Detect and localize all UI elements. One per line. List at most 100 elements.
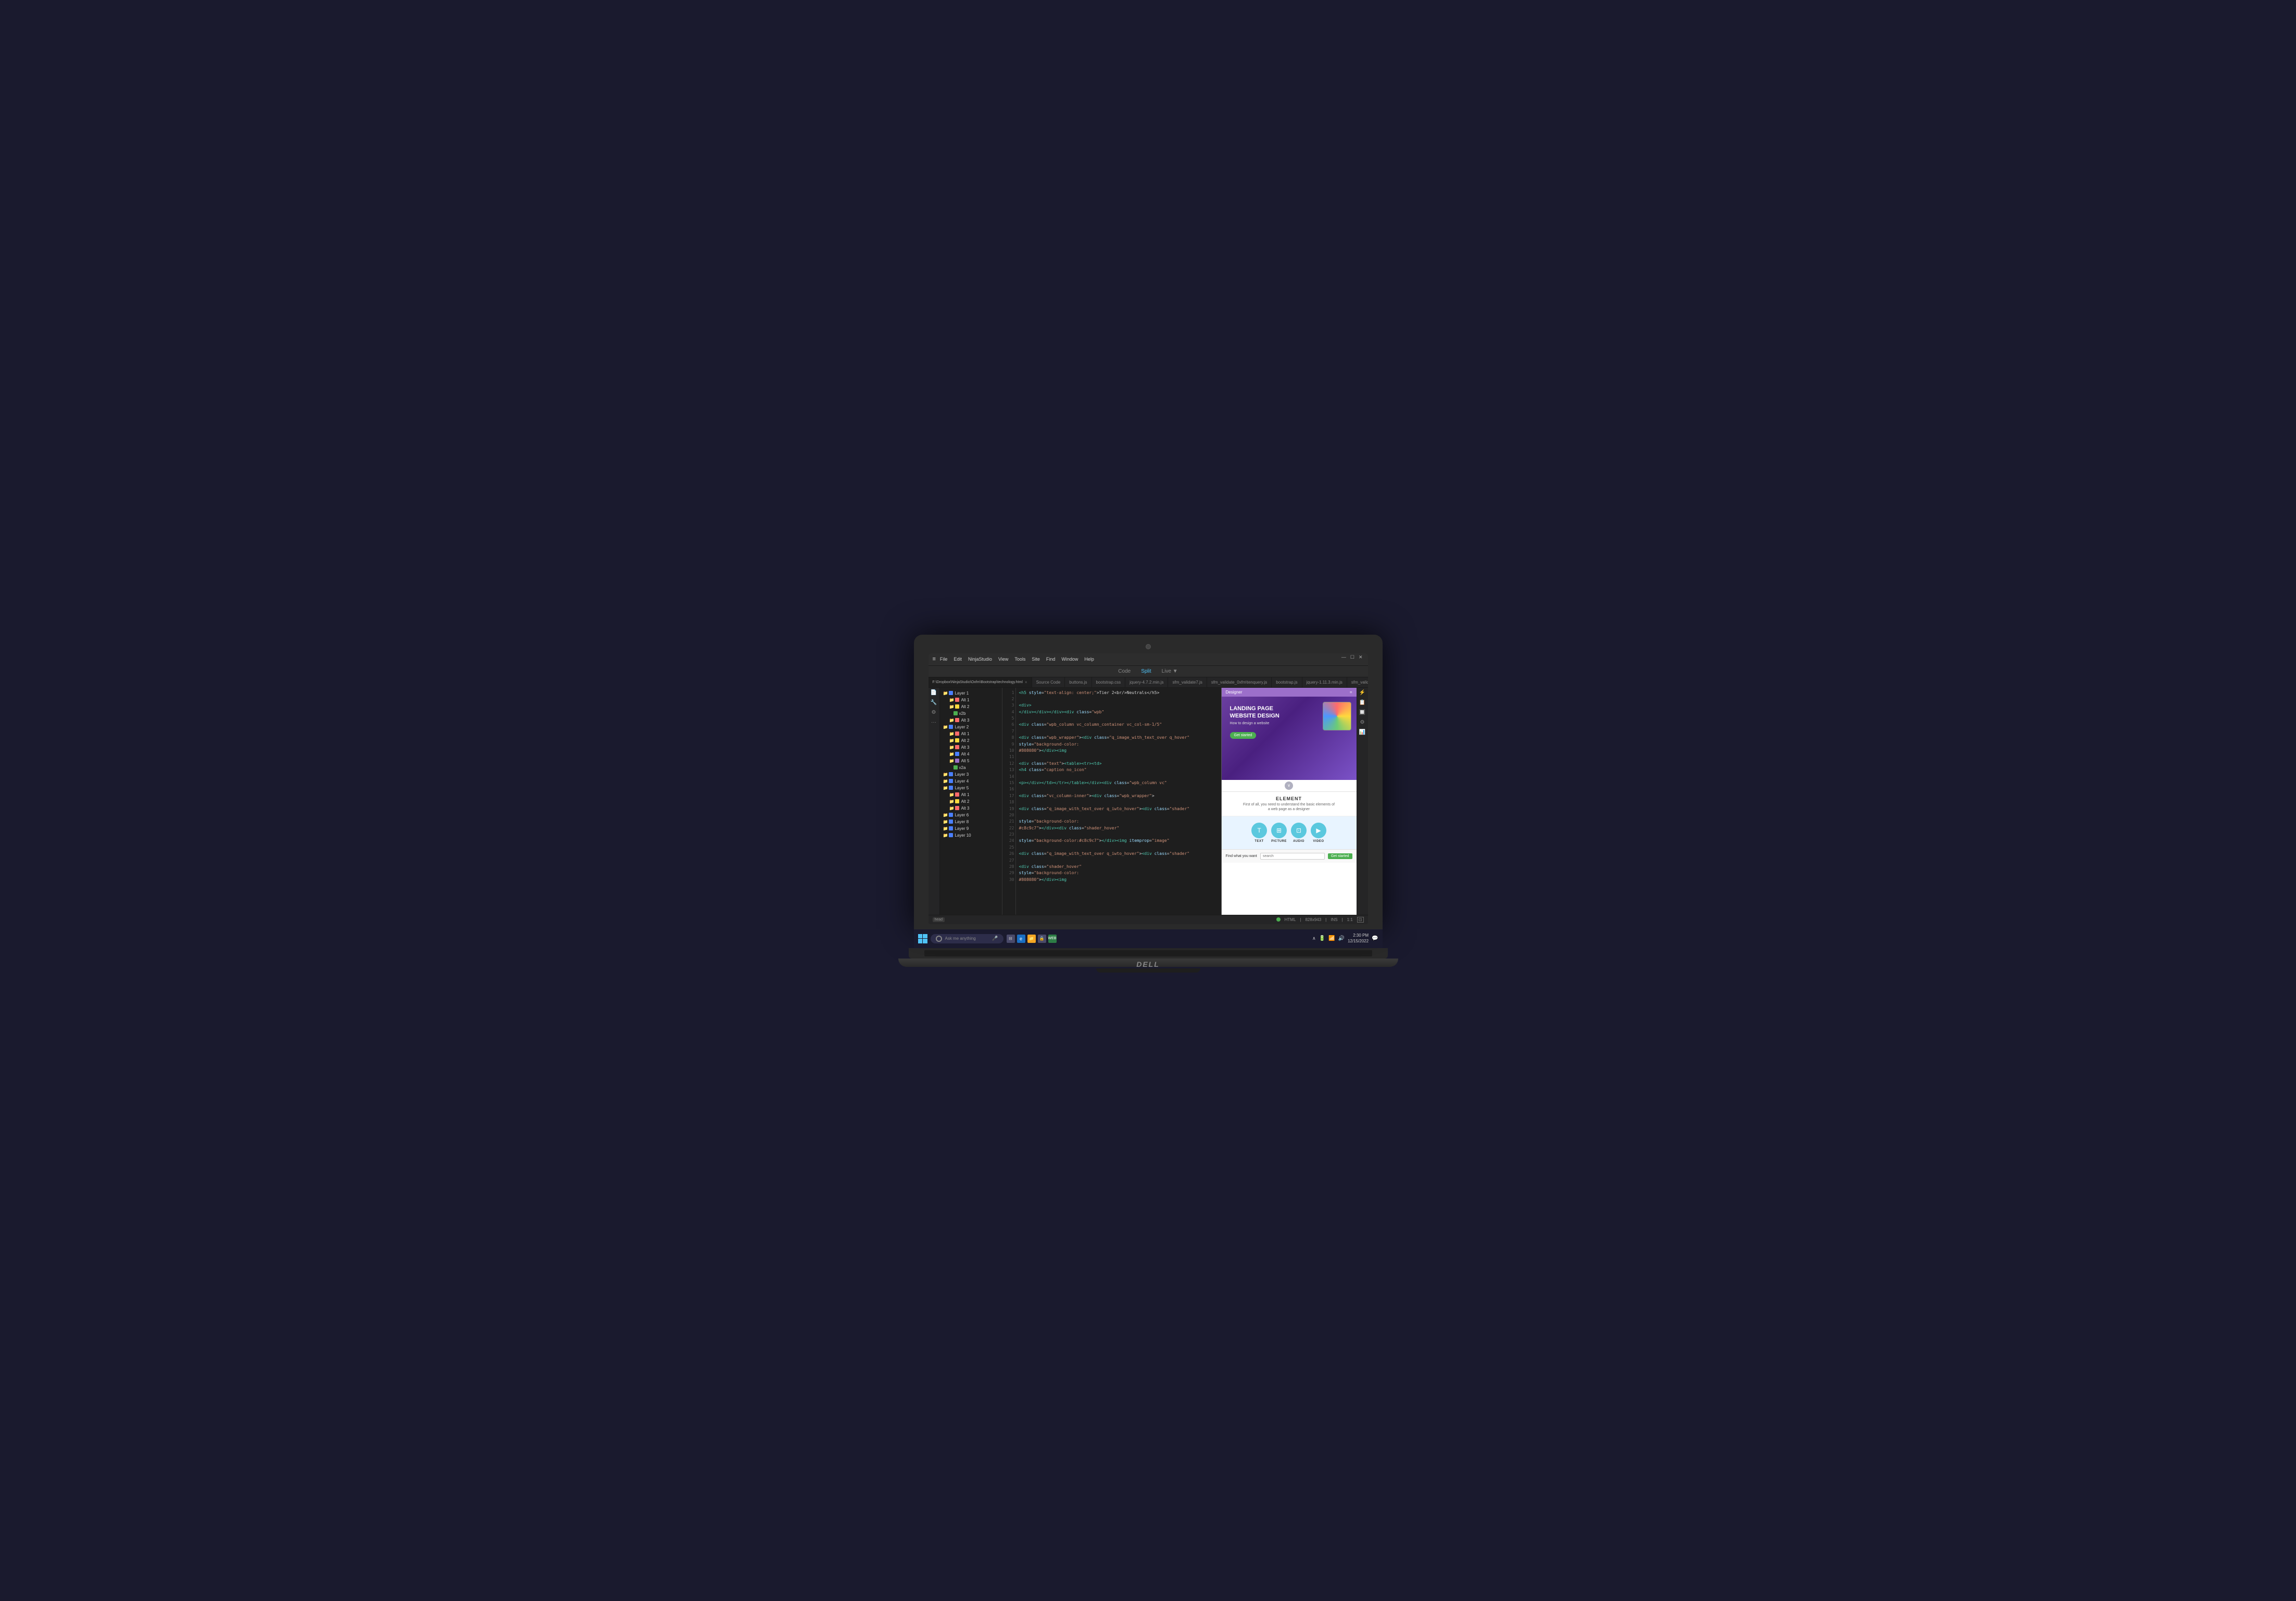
date: 12/15/2022	[1348, 939, 1369, 944]
menu-window[interactable]: Window	[1061, 657, 1078, 662]
file-tab-sfm2[interactable]: sfm_validate_0xfm\tenquery.js	[1207, 677, 1272, 687]
maximize-button[interactable]: ☐	[1350, 654, 1354, 660]
element-section: ELEMENT First of all, you need to unders…	[1222, 792, 1357, 915]
view-icon[interactable]: ⊡	[1357, 917, 1364, 923]
list-item[interactable]: 📁 Layer 9	[940, 825, 1002, 832]
taskbar: Ask me anything 🎤 ⊟ e 📁 🔒 WEB ∧ 🔋 📶 🔊 2:…	[914, 929, 1383, 948]
list-item[interactable]: 📁 Alt 3	[946, 744, 1002, 751]
list-item[interactable]: 📁 Alt 1	[946, 730, 1002, 737]
list-item[interactable]: 📁 Layer 8	[940, 818, 1002, 825]
folder-icon: 📁	[949, 732, 955, 736]
file-tab-jquery1[interactable]: jquery-4.7.2.min.js	[1125, 677, 1168, 687]
folder-icon: 📁	[949, 698, 955, 702]
title-bar: ≡ File Edit NinjaStudio View Tools Site …	[929, 653, 1368, 666]
menu-find[interactable]: Find	[1046, 657, 1056, 662]
separator: |	[1300, 917, 1301, 922]
list-item[interactable]: v2b	[950, 710, 1002, 717]
tab-live[interactable]: Live ▼	[1162, 669, 1178, 674]
tool-icon-2[interactable]: 🔧	[931, 700, 937, 705]
footer-cta-button[interactable]: Get started	[1328, 853, 1352, 859]
right-icon-4[interactable]: ⚙	[1360, 720, 1365, 725]
camera	[1146, 644, 1151, 649]
list-item[interactable]: 📁 Alt 2	[946, 703, 1002, 710]
tab-split[interactable]: Split	[1141, 669, 1151, 674]
hamburger-icon[interactable]: ≡	[933, 656, 936, 662]
tab-code[interactable]: Code	[1118, 669, 1131, 674]
list-item[interactable]: 📁 Alt 5	[946, 758, 1002, 764]
position-indicator: 828x943	[1305, 917, 1321, 922]
list-item[interactable]: 📁 Layer 2	[940, 724, 1002, 730]
close-tab-icon[interactable]: ×	[1025, 680, 1027, 685]
right-icon-2[interactable]: 📋	[1359, 700, 1365, 705]
element-text-icon-box: T TEXT	[1251, 823, 1267, 843]
taskbar-search[interactable]: Ask me anything 🎤	[931, 934, 1003, 943]
folder-icon: 📁	[949, 745, 955, 750]
list-item[interactable]: 📁 Layer 6	[940, 812, 1002, 818]
list-item[interactable]: 📁 Alt 2	[946, 798, 1002, 805]
menu-ninjastudio[interactable]: NinjaStudio	[968, 657, 992, 662]
right-icon-3[interactable]: 🔲	[1359, 710, 1365, 715]
picture-label: PICTURE	[1271, 840, 1287, 843]
right-icon-5[interactable]: 📊	[1359, 729, 1365, 735]
element-title: ELEMENT	[1226, 796, 1352, 801]
security-icon[interactable]: 🔒	[1038, 935, 1046, 943]
file-tab-bootstrap-js[interactable]: bootstrap.js	[1272, 677, 1302, 687]
file-tab-bootstrap-css[interactable]: bootstrap.css	[1092, 677, 1126, 687]
search-input[interactable]	[1260, 853, 1325, 860]
list-item[interactable]: 📁 Alt 1	[946, 791, 1002, 798]
video-label: VIDEO	[1313, 840, 1324, 843]
chevron-up-icon[interactable]: ∧	[1312, 936, 1316, 941]
list-item[interactable]: 📁 Layer 5	[940, 785, 1002, 791]
clock[interactable]: 2:30 PM 12/15/2022	[1348, 933, 1369, 944]
list-item[interactable]: 📁 Layer 1	[940, 690, 1002, 697]
list-item[interactable]: 📁 Alt 1	[946, 697, 1002, 703]
list-item[interactable]: 📁 Alt 3	[946, 805, 1002, 812]
list-item[interactable]: 📁 Alt 2	[946, 737, 1002, 744]
microphone-icon[interactable]: 🎤	[992, 936, 998, 941]
chevron-down-icon[interactable]: ∨	[1285, 781, 1293, 790]
code-editor[interactable]: 12345678910 11121314151617181920 2122232…	[1002, 688, 1221, 915]
right-icon-1[interactable]: ⚡	[1359, 690, 1365, 696]
explorer-icon[interactable]: 📁	[1027, 935, 1036, 943]
list-item[interactable]: 📁 Layer 10	[940, 832, 1002, 839]
file-tab-sfm1[interactable]: sfm_validate7.js	[1168, 677, 1207, 687]
notification-icon[interactable]: 💬	[1372, 936, 1378, 941]
windows-logo[interactable]	[918, 934, 927, 943]
file-tab-sfm3[interactable]: sfm_validate9.js	[1347, 677, 1368, 687]
file-tab-source[interactable]: Source Code	[1032, 677, 1065, 687]
list-item[interactable]: 📁 Layer 4	[940, 778, 1002, 785]
folder-icon: 📁	[949, 792, 955, 797]
menu-file[interactable]: File	[940, 657, 948, 662]
menu-view[interactable]: View	[998, 657, 1008, 662]
file-tab-buttons[interactable]: buttons.js	[1065, 677, 1091, 687]
list-item[interactable]: 📁 Alt 3	[946, 717, 1002, 724]
menu-help[interactable]: Help	[1084, 657, 1094, 662]
laptop-container: ≡ File Edit NinjaStudio View Tools Site …	[898, 635, 1398, 967]
file-tab-active[interactable]: F:\Dropbox\NinjaStudio\Oxfm\Bootstrap\te…	[929, 677, 1032, 687]
close-button[interactable]: ✕	[1359, 654, 1363, 660]
task-view-icon[interactable]: ⊟	[1007, 935, 1015, 943]
volume-icon[interactable]: 🔊	[1338, 936, 1345, 941]
tool-icon-1[interactable]: 📄	[931, 690, 937, 696]
mode-tabs: Code Split Live ▼	[929, 666, 1368, 677]
tool-icon-4[interactable]: ···	[931, 720, 936, 725]
preview-panel: Designer = LANDING PAGEWEBSITE DESIGN Ho…	[1221, 688, 1357, 915]
web-icon[interactable]: WEB	[1048, 935, 1057, 943]
hero-cta-button[interactable]: Get started	[1230, 732, 1257, 739]
list-item[interactable]: 📁 Layer 3	[940, 771, 1002, 778]
file-tab-jquery2[interactable]: jquery-1.11.3.min.js	[1302, 677, 1347, 687]
menu-tools[interactable]: Tools	[1014, 657, 1025, 662]
element-video-icon-box: ▶ VIDEO	[1311, 823, 1326, 843]
tool-icon-3[interactable]: ⚙	[932, 710, 936, 715]
menu-site[interactable]: Site	[1032, 657, 1040, 662]
list-item[interactable]: v2a	[950, 764, 1002, 771]
list-item[interactable]: 📁 Alt 4	[946, 751, 1002, 758]
minimize-button[interactable]: —	[1341, 654, 1346, 660]
menu-edit[interactable]: Edit	[953, 657, 962, 662]
designer-menu-icon[interactable]: =	[1350, 690, 1352, 695]
element-icons: T TEXT ⊞ PICTURE ⊡ AUDIO	[1222, 818, 1357, 847]
head-label: head	[933, 917, 945, 922]
code-text[interactable]: <h5 style="text-align: center;">Tier 2<b…	[1016, 688, 1221, 915]
file-tabs: F:\Dropbox\NinjaStudio\Oxfm\Bootstrap\te…	[929, 677, 1368, 688]
edge-icon[interactable]: e	[1017, 935, 1025, 943]
